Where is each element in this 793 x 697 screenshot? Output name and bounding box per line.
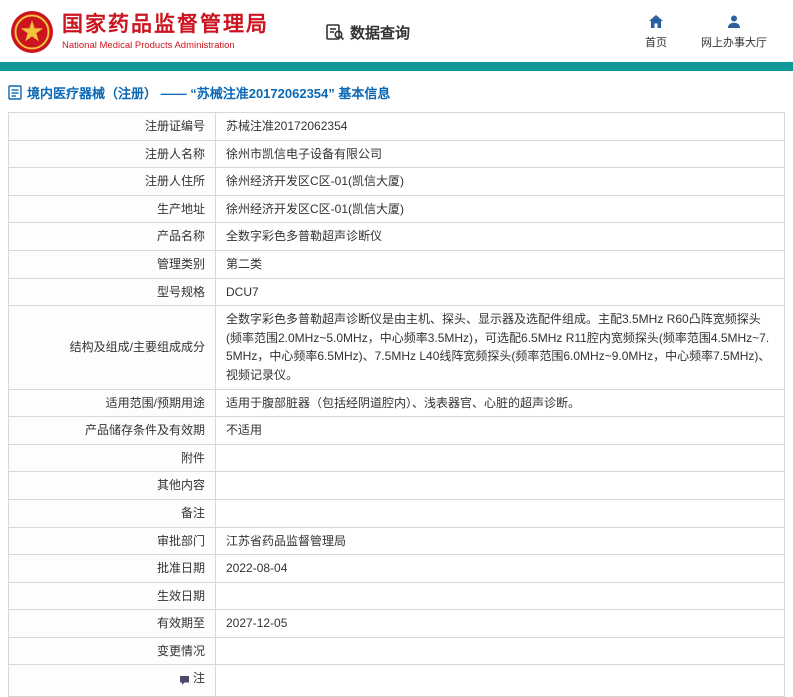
table-row: 其他内容 [8,471,785,500]
row-label: 适用范围/预期用途 [8,388,216,418]
table-row: 结构及组成/主要组成成分 全数字彩色多普勒超声诊断仪是由主机、探头、显示器及选配… [8,305,785,390]
row-value: 苏械注准20172062354 [215,112,785,141]
teal-divider-bar [0,62,793,71]
nav-service-hall[interactable]: 网上办事大厅 [701,14,767,50]
table-row: 管理类别 第二类 [8,249,785,279]
table-row: 注册证编号 苏械注准20172062354 [8,112,785,141]
row-value: 徐州经济开发区C区-01(凯信大厦) [215,167,785,196]
row-value [215,664,785,697]
row-label: 审批部门 [8,526,216,556]
table-row: 产品名称 全数字彩色多普勒超声诊断仪 [8,222,785,251]
page-title: 境内医疗器械（注册） —— “苏械注准20172062354” 基本信息 [27,86,391,101]
row-value [215,636,785,666]
nav-service-hall-label: 网上办事大厅 [701,37,767,49]
table-row: 附件 [8,443,785,473]
note-icon [179,673,190,686]
table-row: 注册人住所 徐州经济开发区C区-01(凯信大厦) [8,167,785,196]
person-icon [728,15,740,28]
row-label: 附件 [8,443,216,473]
row-label: 型号规格 [8,277,216,307]
row-label: 注 [8,664,216,697]
nav-home[interactable]: 首页 [645,14,667,50]
row-value: DCU7 [215,277,785,307]
row-value: 徐州经济开发区C区-01(凯信大厦) [215,194,785,224]
row-value [215,498,785,528]
row-value [215,471,785,500]
table-row: 生效日期 [8,581,785,611]
table-row: 型号规格 DCU7 [8,277,785,307]
row-value: 不适用 [215,416,785,445]
row-label: 生效日期 [8,581,216,611]
table-row: 备注 [8,498,785,528]
page-title-row: 境内医疗器械（注册） —— “苏械注准20172062354” 基本信息 [0,71,793,112]
table-row: 生产地址 徐州经济开发区C区-01(凯信大厦) [8,194,785,224]
org-name-en: National Medical Products Administration [62,39,235,51]
org-name-cn: 国家药品监督管理局 [62,13,269,37]
row-value: 全数字彩色多普勒超声诊断仪是由主机、探头、显示器及选配件组成。主配3.5MHz … [215,305,785,390]
nmpa-emblem-icon [10,10,54,54]
row-label: 产品名称 [8,222,216,251]
table-row: 审批部门 江苏省药品监督管理局 [8,526,785,556]
document-icon [8,85,22,100]
table-row: 变更情况 [8,636,785,666]
registration-info-table: 注册证编号 苏械注准20172062354 注册人名称 徐州市凯信电子设备有限公… [8,112,785,697]
row-value: 徐州市凯信电子设备有限公司 [215,139,785,169]
row-label: 注册人名称 [8,139,216,169]
row-label: 生产地址 [8,194,216,224]
nav-data-query[interactable]: 数据查询 [325,22,410,43]
row-value: 2027-12-05 [215,609,785,638]
table-row: 有效期至 2027-12-05 [8,609,785,638]
table-row: 注 [8,664,785,697]
table-row: 注册人名称 徐州市凯信电子设备有限公司 [8,139,785,169]
table-row: 产品储存条件及有效期 不适用 [8,416,785,445]
row-label: 有效期至 [8,609,216,638]
row-label-text: 注 [192,671,205,686]
row-value: 第二类 [215,249,785,279]
nav-home-label: 首页 [645,37,667,49]
row-label: 注册证编号 [8,112,216,141]
site-header: 国家药品监督管理局 National Medical Products Admi… [0,0,793,62]
row-value [215,443,785,473]
row-label: 变更情况 [8,636,216,666]
header-right: 首页 网上办事大厅 [645,14,779,50]
row-label: 备注 [8,498,216,528]
row-label: 管理类别 [8,249,216,279]
home-icon [649,15,663,28]
org-names: 国家药品监督管理局 National Medical Products Admi… [62,13,269,50]
header-left: 国家药品监督管理局 National Medical Products Admi… [10,10,410,54]
row-value [215,581,785,611]
row-label: 批准日期 [8,554,216,583]
row-label: 结构及组成/主要组成成分 [8,305,216,390]
data-query-label: 数据查询 [350,24,411,42]
row-value: 全数字彩色多普勒超声诊断仪 [215,222,785,251]
row-label: 注册人住所 [8,167,216,196]
row-label: 产品储存条件及有效期 [8,416,216,445]
table-row: 批准日期 2022-08-04 [8,554,785,583]
data-query-icon [325,22,345,42]
row-value: 江苏省药品监督管理局 [215,526,785,556]
row-value: 2022-08-04 [215,554,785,583]
row-label: 其他内容 [8,471,216,500]
table-row: 适用范围/预期用途 适用于腹部脏器（包括经阴道腔内）、浅表器官、心脏的超声诊断。 [8,388,785,418]
row-value: 适用于腹部脏器（包括经阴道腔内）、浅表器官、心脏的超声诊断。 [215,388,785,418]
